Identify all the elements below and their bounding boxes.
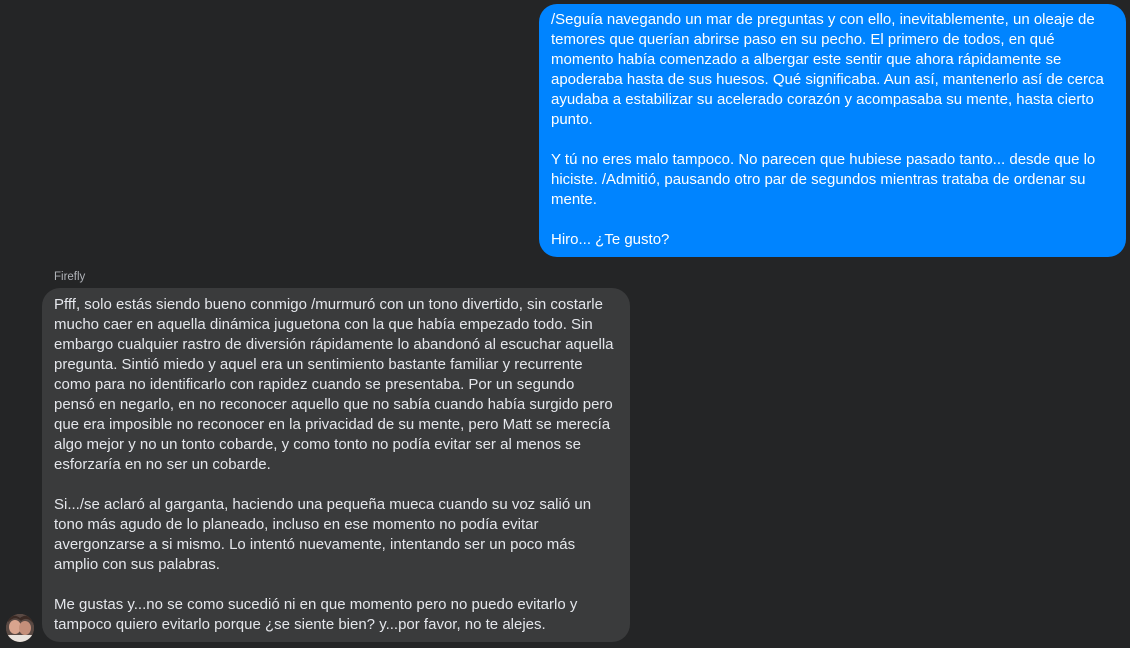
incoming-message-paragraph: Me gustas y...no se como sucedió ni en q… [54,596,578,633]
incoming-message-paragraph: Pfff, solo estás siendo bueno conmigo /m… [54,296,614,473]
outgoing-message-paragraph: Y tú no eres malo tampoco. No parecen qu… [551,151,1096,208]
outgoing-message-bubble[interactable]: /Seguía navegando un mar de preguntas y … [539,4,1126,257]
incoming-message-bubble[interactable]: Pfff, solo estás siendo bueno conmigo /m… [42,288,630,642]
chat-thread: /Seguía navegando un mar de preguntas y … [0,0,1130,648]
outgoing-message-paragraph: /Seguía navegando un mar de preguntas y … [551,11,1104,128]
outgoing-message-paragraph: Hiro... ¿Te gusto? [551,231,670,248]
avatar-photo-icon [6,614,34,642]
sender-name: Firefly [54,271,86,283]
incoming-message-paragraph: Si.../se aclaró al garganta, haciendo un… [54,496,592,573]
sender-avatar[interactable] [6,614,34,642]
